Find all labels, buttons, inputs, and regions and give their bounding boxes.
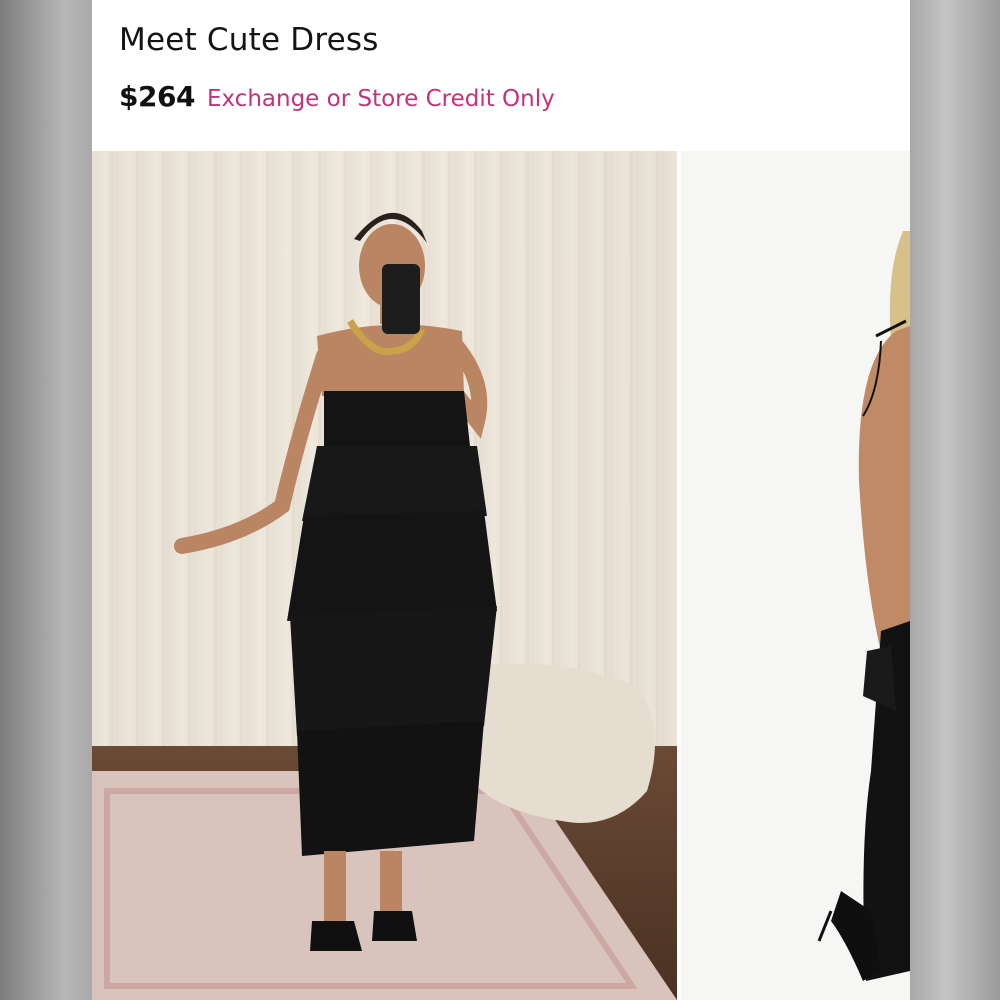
product-title: Meet Cute Dress (119, 22, 379, 58)
return-policy-note: Exchange or Store Credit Only (206, 86, 555, 112)
product-screen: Meet Cute Dress $264 Exchange or Store C… (92, 0, 910, 1000)
right-blur-margin (910, 0, 1000, 1000)
model-mirror-selfie-photo (92, 151, 677, 1000)
model-studio-photo (681, 151, 910, 1000)
gallery-image-1[interactable] (92, 151, 677, 1000)
image-gallery[interactable] (92, 151, 910, 1000)
product-price: $264 (119, 80, 195, 113)
product-header: Meet Cute Dress $264 Exchange or Store C… (92, 0, 910, 150)
price-row: $264 Exchange or Store Credit Only (119, 80, 555, 113)
left-blur-margin (0, 0, 92, 1000)
gallery-image-2[interactable] (681, 151, 910, 1000)
